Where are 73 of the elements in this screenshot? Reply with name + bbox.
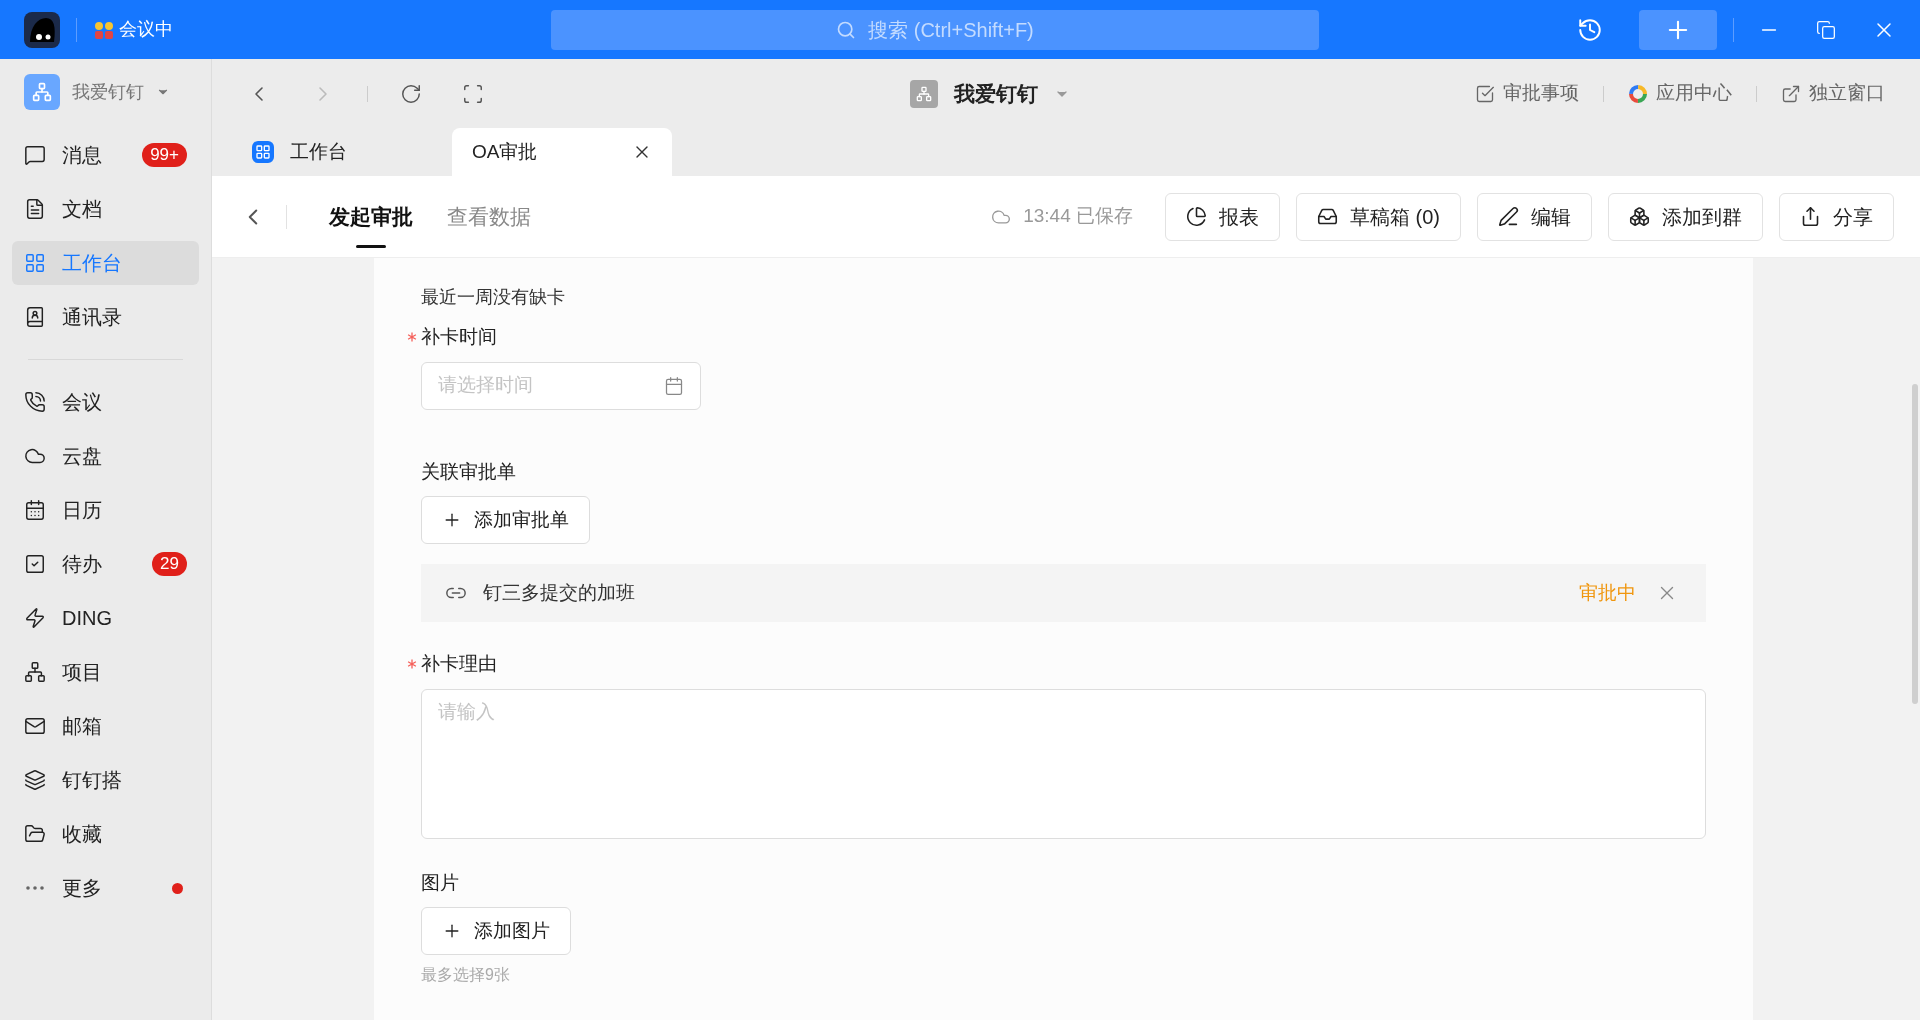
toolbar-button[interactable]: 编辑 [1477,192,1592,241]
sidebar-item[interactable]: 消息 99+ [12,133,199,177]
calendar-icon [664,375,684,396]
hint-text: 最多选择9张 [421,965,511,985]
sidebar-item[interactable]: 会议 [12,380,199,424]
refresh-icon[interactable] [400,82,422,105]
nav-icon [24,769,46,791]
chart-icon [1186,206,1207,227]
approval-status: 审批中 [1579,580,1636,605]
unread-badge: 99+ [142,143,187,167]
browser-tab[interactable]: 工作台 [232,128,452,176]
page-tab[interactable]: 发起审批 [329,175,413,258]
nav-icon [24,499,46,521]
restore-icon[interactable] [1816,19,1836,40]
nav-icon [24,252,46,274]
meeting-status[interactable]: 会议中 [119,16,173,43]
sidebar-item[interactable]: 钉钉搭 [12,758,199,802]
meeting-people-icon [93,19,115,40]
nav-icon [24,198,46,220]
sidebar-item[interactable]: 通讯录 [12,295,199,339]
nav-icon [24,306,46,328]
org-title[interactable]: 我爱钉钉 [953,77,1038,110]
org-avatar [909,79,938,108]
nav-icon [24,661,46,683]
toolbar-link[interactable]: 审批事项 [1475,79,1579,108]
approval-title: 钉三多提交的加班 [483,580,636,605]
scrollbar[interactable] [1912,384,1918,704]
pen-icon [1498,206,1519,227]
unread-badge: 29 [152,552,187,576]
sidebar-item[interactable]: 更多 [12,866,199,910]
sidebar-item[interactable]: DING [12,596,199,640]
nav-icon [24,823,46,845]
nav-icon [24,391,46,413]
org-avatar [24,74,60,110]
sidebar-item[interactable]: 邮箱 [12,704,199,748]
toolbar-link[interactable]: 应用中心 [1628,79,1732,108]
more-dots-icon [26,886,44,890]
toolbar-link[interactable]: 独立窗口 [1781,79,1885,108]
sidebar-item[interactable]: 待办 29 [12,542,199,586]
toolbar-button[interactable]: 报表 [1165,192,1280,241]
toolbar-button[interactable]: 添加到群 [1608,192,1763,241]
sidebar-item[interactable]: 项目 [12,650,199,694]
toolbar-button[interactable]: 草稿箱 (0) [1296,192,1461,241]
sidebar-item[interactable]: 日历 [12,488,199,532]
workbench-icon [252,141,274,163]
field-label: 图片 [421,870,459,895]
saved-status: 13:44 已保存 [1023,204,1133,229]
add-approval-button[interactable]: 添加审批单 [421,496,590,544]
add-image-button[interactable]: 添加图片 [421,907,571,955]
share-icon [1800,206,1821,227]
fullscreen-icon[interactable] [462,82,484,105]
sidebar-item[interactable]: 文档 [12,187,199,231]
browser-tab[interactable]: OA审批 [452,128,672,176]
field-label: 补卡时间 [421,325,497,349]
sidebar-item[interactable]: 云盘 [12,434,199,478]
org-name[interactable]: 我爱钉钉 [72,78,144,106]
nav-icon [24,144,46,166]
field-label: 关联审批单 [421,459,516,484]
nav-icon [24,715,46,737]
page-tab[interactable]: 查看数据 [447,175,531,258]
nav-icon [24,607,46,629]
notice-text: 最近一周没有缺卡 [421,286,566,309]
sidebar-item[interactable]: 收藏 [12,812,199,856]
field-label: 补卡理由 [421,652,497,676]
app-center-icon [1628,83,1648,104]
history-icon[interactable] [1577,16,1603,43]
search-icon [836,19,857,40]
toolbar-button[interactable]: 分享 [1779,192,1894,241]
inbox-icon [1317,206,1338,227]
reason-text-area[interactable]: 请输入 [421,688,1706,839]
nav-icon [24,553,46,575]
app-logo-icon [24,11,60,48]
add-button[interactable] [1639,9,1717,50]
